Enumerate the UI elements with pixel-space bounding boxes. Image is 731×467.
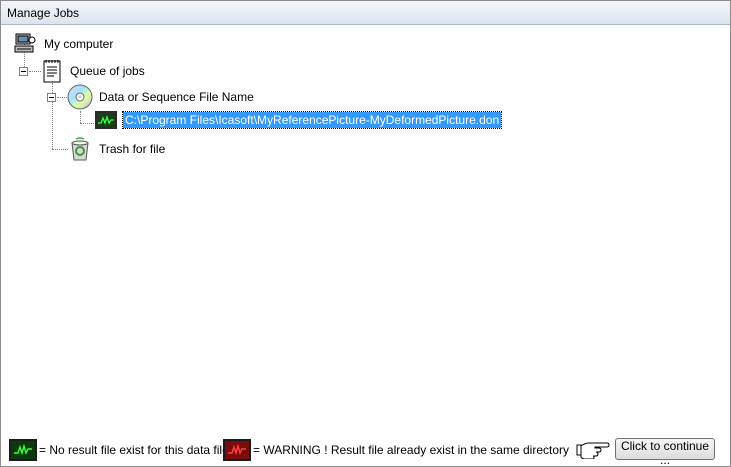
tree-connector: [57, 97, 67, 98]
recycle-bin-icon: [67, 136, 93, 162]
title-bar: Manage Jobs: [1, 1, 730, 25]
legend-text: = WARNING ! Result file already exist in…: [253, 443, 569, 457]
notepad-icon: [41, 58, 63, 84]
tree-connector: [80, 111, 81, 123]
pointing-hand-icon: [576, 439, 610, 462]
tree-node-queue-of-jobs[interactable]: Queue of jobs: [41, 58, 147, 84]
tree-node-my-computer[interactable]: My computer: [13, 32, 115, 56]
cd-disc-icon: [67, 84, 93, 110]
legend-no-result: = No result file exist for this data fil…: [9, 439, 229, 461]
tree-node-label: Queue of jobs: [70, 64, 145, 78]
legend-warning: = WARNING ! Result file already exist in…: [223, 439, 569, 461]
tree-node-data-file[interactable]: C:\Program Files\Icasoft\MyReferencePict…: [95, 111, 503, 129]
tree-node-data-group[interactable]: Data or Sequence File Name: [67, 84, 256, 110]
tree-connector: [52, 149, 68, 150]
tree-node-label: Trash for file: [99, 142, 166, 156]
collapse-toggle-data-group[interactable]: [47, 93, 56, 102]
collapse-toggle-queue[interactable]: [19, 67, 28, 76]
manage-jobs-window: Manage Jobs My computer Queue of jobs Da…: [0, 0, 731, 467]
legend-text: = No result file exist for this data fil…: [39, 443, 229, 457]
footer-bar: = No result file exist for this data fil…: [1, 431, 730, 467]
oscilloscope-ok-icon: [9, 439, 37, 461]
tree-node-label: My computer: [44, 37, 114, 51]
continue-button[interactable]: Click to continue ...: [615, 438, 715, 467]
tree-connector: [29, 71, 41, 72]
oscilloscope-ok-icon: [95, 111, 117, 129]
window-title: Manage Jobs: [7, 6, 80, 20]
oscilloscope-warning-icon: [223, 439, 251, 461]
tree-node-trash[interactable]: Trash for file: [67, 136, 167, 162]
tree-node-label: Data or Sequence File Name: [99, 90, 254, 104]
job-tree[interactable]: My computer Queue of jobs Data or Sequen…: [1, 25, 730, 430]
tree-connector: [80, 123, 94, 124]
selected-file-path: C:\Program Files\Icasoft\MyReferencePict…: [121, 111, 503, 129]
computer-icon: [13, 32, 37, 56]
